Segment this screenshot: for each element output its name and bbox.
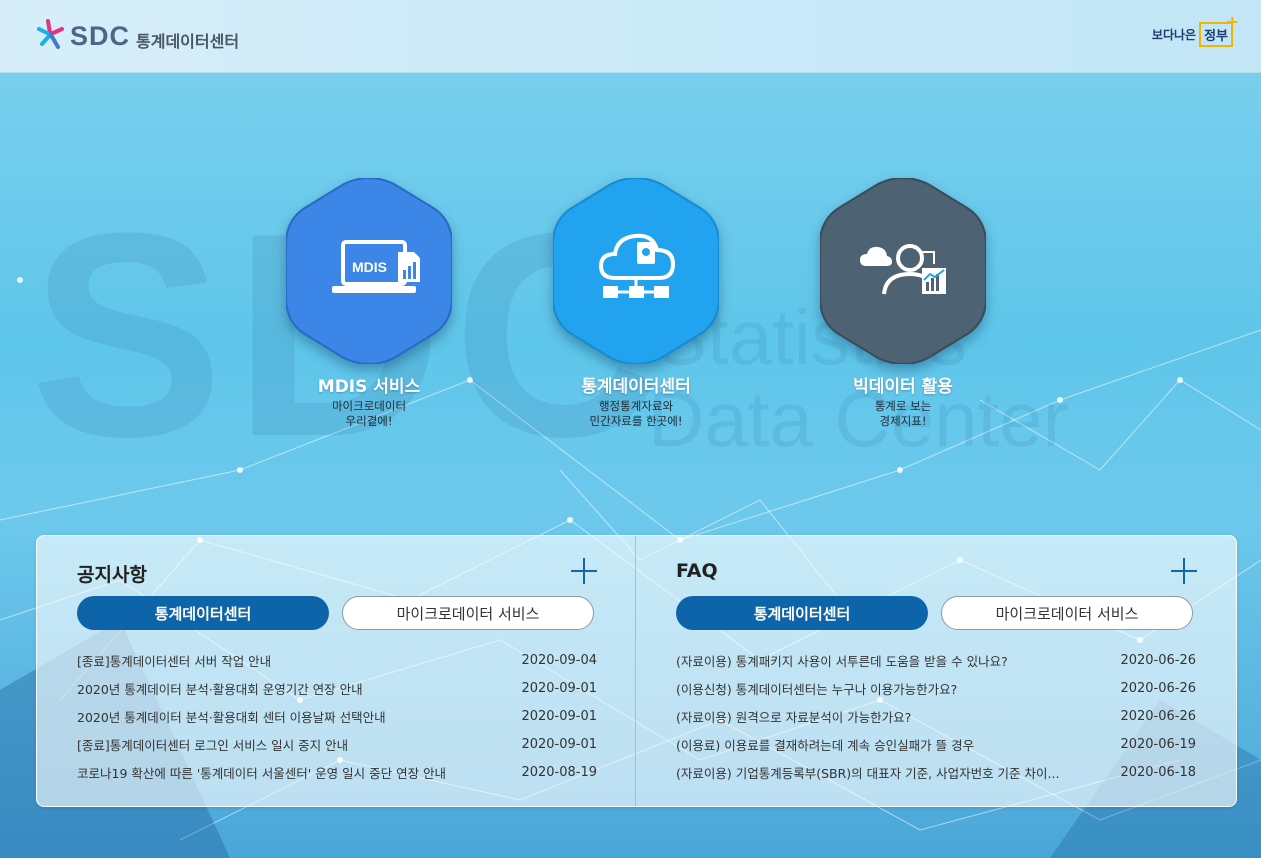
user-chart-icon	[860, 244, 946, 295]
notice-tab-mdis[interactable]: 마이크로데이터 서비스	[342, 596, 594, 630]
faq-item-title[interactable]: (이용료) 이용료를 결재하려는데 계속 승인실패가 뜰 경우	[676, 735, 974, 754]
better-government-logo: 보다나은 정부 +	[1151, 12, 1239, 47]
faq-item-date: 2020-06-19	[1120, 736, 1196, 752]
service-sdc-hexagon[interactable]	[553, 178, 719, 364]
faq-title: FAQ	[676, 560, 718, 582]
logo-site-name: 통계데이터센터	[136, 32, 240, 51]
notice-item-date: 2020-09-01	[521, 708, 597, 724]
notice-item-title[interactable]: 코로나19 확산에 따른 '통계데이터 서울센터' 운영 일시 중단 연장 안내	[77, 763, 446, 782]
faq-item-title[interactable]: (자료이용) 통계패키지 사용이 서투른데 도움을 받을 수 있나요?	[676, 651, 1008, 670]
gov-logo-box: 정부 +	[1199, 12, 1239, 47]
service-description-line2: 민간자료를 한곳에!	[589, 414, 683, 428]
service-big-data[interactable]: 빅데이터 활용 통계로 보는 경제지표!	[813, 178, 993, 429]
faq-item-title[interactable]: (이용신청) 통계데이터센터는 누구나 이용가능한가요?	[676, 679, 957, 698]
notice-section: 공지사항 통계데이터센터 마이크로데이터 서비스 [종료]통계데이터센터 서버 …	[37, 536, 636, 806]
cloud-network-icon	[598, 233, 676, 298]
faq-item-date: 2020-06-26	[1120, 680, 1196, 696]
plus-icon: +	[1225, 12, 1239, 31]
service-description-line1: 마이크로데이터	[331, 399, 407, 413]
list-item[interactable]: 2020년 통계데이터 분석·활용대회 센터 이용날짜 선택안내 2020-09-…	[77, 702, 597, 730]
list-item[interactable]: (자료이용) 원격으로 자료분석이 가능한가요? 2020-06-26	[676, 702, 1196, 730]
gov-logo-box-text: 정부	[1204, 29, 1228, 44]
mdis-laptop-icon: MDIS	[332, 240, 420, 293]
faq-item-title[interactable]: (자료이용) 원격으로 자료분석이 가능한가요?	[676, 707, 911, 726]
gov-logo-text: 보다나은	[1151, 28, 1197, 42]
list-item[interactable]: (자료이용) 기업통계등록부(SBR)의 대표자 기준, 사업자번호 기준 차이…	[676, 758, 1196, 786]
faq-item-date: 2020-06-26	[1120, 708, 1196, 724]
list-item[interactable]: 2020년 통계데이터 분석·활용대회 운영기간 연장 안내 2020-09-01	[77, 674, 597, 702]
faq-more-plus-icon[interactable]	[1171, 558, 1197, 584]
faq-item-date: 2020-06-18	[1120, 764, 1196, 780]
site-header: SDC 통계데이터센터 보다나은 정부 +	[0, 0, 1261, 73]
list-item[interactable]: (자료이용) 통계패키지 사용이 서투른데 도움을 받을 수 있나요? 2020-…	[676, 646, 1196, 674]
list-item[interactable]: 코로나19 확산에 따른 '통계데이터 서울센터' 운영 일시 중단 연장 안내…	[77, 758, 597, 786]
service-title: 통계데이터센터	[581, 377, 691, 397]
notice-item-date: 2020-09-01	[521, 680, 597, 696]
service-title: 빅데이터 활용	[853, 377, 953, 397]
board-panel: 공지사항 통계데이터센터 마이크로데이터 서비스 [종료]통계데이터센터 서버 …	[36, 535, 1237, 807]
faq-list: (자료이용) 통계패키지 사용이 서투른데 도움을 받을 수 있나요? 2020-…	[676, 646, 1196, 786]
service-statistics-data-center[interactable]: 통계데이터센터 행정통계자료와 민간자료를 한곳에!	[546, 178, 726, 429]
notice-tab-sdc[interactable]: 통계데이터센터	[77, 596, 329, 630]
service-title: MDIS 서비스	[317, 377, 421, 397]
logo-sdc-text: SDC	[70, 20, 131, 51]
notice-list: [종료]통계데이터센터 서버 작업 안내 2020-09-04 2020년 통계데…	[77, 646, 597, 786]
notice-item-date: 2020-09-04	[521, 652, 597, 668]
faq-tab-mdis[interactable]: 마이크로데이터 서비스	[941, 596, 1193, 630]
service-description-line2: 경제지표!	[879, 414, 927, 428]
list-item[interactable]: (이용신청) 통계데이터센터는 누구나 이용가능한가요? 2020-06-26	[676, 674, 1196, 702]
notice-item-title[interactable]: [종료]통계데이터센터 로그인 서비스 일시 중지 안내	[77, 735, 348, 754]
service-description-line1: 통계로 보는	[874, 399, 932, 413]
faq-section: FAQ 통계데이터센터 마이크로데이터 서비스 (자료이용) 통계패키지 사용이…	[636, 536, 1236, 806]
notice-item-date: 2020-08-19	[521, 764, 597, 780]
mdis-icon-text: MDIS	[352, 259, 387, 275]
service-mdis[interactable]: MDIS MDIS 서비스 마이크로데이터 우리곁에!	[279, 178, 459, 429]
notice-title: 공지사항	[77, 564, 147, 586]
list-item[interactable]: [종료]통계데이터센터 로그인 서비스 일시 중지 안내 2020-09-01	[77, 730, 597, 758]
notice-item-title[interactable]: [종료]통계데이터센터 서버 작업 안내	[77, 651, 271, 670]
list-item[interactable]: [종료]통계데이터센터 서버 작업 안내 2020-09-04	[77, 646, 597, 674]
notice-more-plus-icon[interactable]	[571, 558, 597, 584]
list-item[interactable]: (이용료) 이용료를 결재하려는데 계속 승인실패가 뜰 경우 2020-06-1…	[676, 730, 1196, 758]
service-description-line1: 행정통계자료와	[598, 399, 674, 413]
faq-item-title[interactable]: (자료이용) 기업통계등록부(SBR)의 대표자 기준, 사업자번호 기준 차이…	[676, 763, 1059, 782]
faq-tab-sdc[interactable]: 통계데이터센터	[676, 596, 928, 630]
notice-item-date: 2020-09-01	[521, 736, 597, 752]
service-mdis-hexagon[interactable]: MDIS	[286, 178, 452, 364]
service-description-line2: 우리곁에!	[345, 414, 393, 428]
service-bigdata-hexagon[interactable]	[820, 178, 986, 364]
faq-item-date: 2020-06-26	[1120, 652, 1196, 668]
sdc-star-icon	[36, 19, 70, 53]
sdc-logo[interactable]: SDC 통계데이터센터	[36, 16, 239, 56]
notice-item-title[interactable]: 2020년 통계데이터 분석·활용대회 운영기간 연장 안내	[77, 679, 363, 698]
notice-item-title[interactable]: 2020년 통계데이터 분석·활용대회 센터 이용날짜 선택안내	[77, 707, 386, 726]
